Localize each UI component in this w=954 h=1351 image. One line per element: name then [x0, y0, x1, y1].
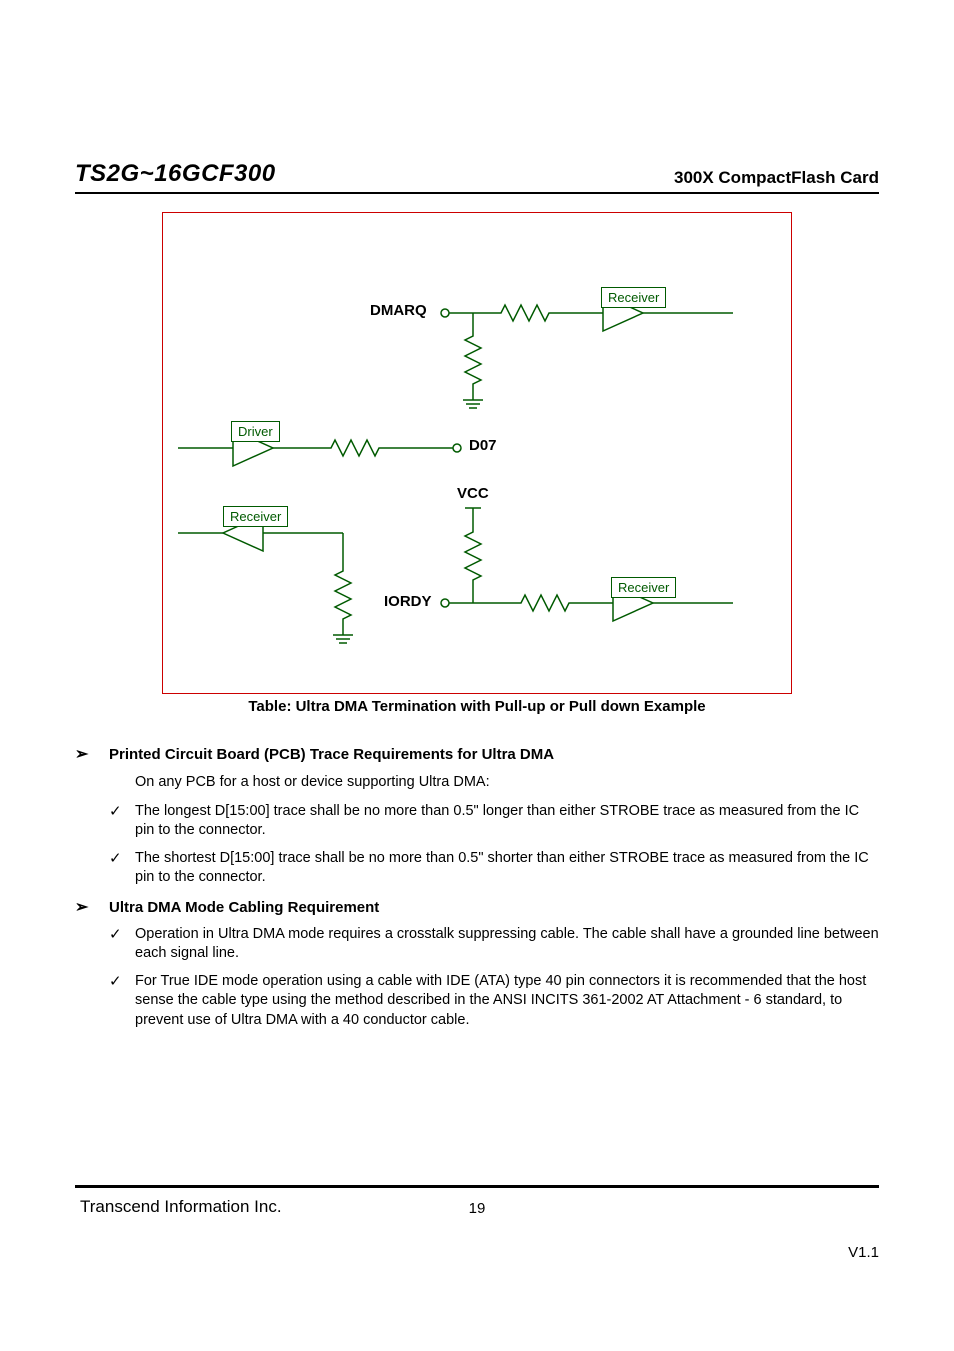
doc-title-left: TS2G~16GCF300 [75, 160, 276, 188]
page-header: TS2G~16GCF300 300X CompactFlash Card [75, 160, 879, 194]
list-item: ✓ The longest D[15:00] trace shall be no… [109, 802, 879, 841]
section-cabling: ➢ Ultra DMA Mode Cabling Requirement ✓ O… [75, 898, 879, 1031]
arrow-bullet-icon: ➢ [75, 745, 109, 766]
schematic-svg [173, 233, 773, 683]
list-item: ✓ The shortest D[15:00] trace shall be n… [109, 849, 879, 888]
list-item-text: The shortest D[15:00] trace shall be no … [135, 849, 879, 888]
section-heading: Printed Circuit Board (PCB) Trace Requir… [109, 745, 554, 765]
section-heading: Ultra DMA Mode Cabling Requirement [109, 898, 379, 918]
label-d07: D07 [469, 437, 497, 454]
section-intro: On any PCB for a host or device supporti… [135, 772, 879, 794]
check-icon: ✓ [109, 802, 135, 822]
footer-rule [75, 1185, 879, 1188]
figure-caption: Table: Ultra DMA Termination with Pull-u… [75, 698, 879, 715]
doc-title-right: 300X CompactFlash Card [674, 168, 879, 188]
footer-version: V1.1 [848, 1244, 879, 1261]
list-item: ✓ For True IDE mode operation using a ca… [109, 972, 879, 1031]
list-item-text: For True IDE mode operation using a cabl… [135, 972, 879, 1031]
schematic-figure: DMARQ D07 VCC IORDY Driver Receiver Rece… [162, 212, 792, 694]
arrow-bullet-icon: ➢ [75, 898, 109, 919]
section-pcb-trace: ➢ Printed Circuit Board (PCB) Trace Requ… [75, 745, 879, 888]
schematic-diagram: DMARQ D07 VCC IORDY Driver Receiver Rece… [173, 233, 773, 683]
box-receiver-top: Receiver [601, 287, 666, 308]
label-vcc: VCC [457, 485, 489, 502]
list-item-text: Operation in Ultra DMA mode requires a c… [135, 925, 879, 964]
check-icon: ✓ [109, 849, 135, 869]
list-item: ✓ Operation in Ultra DMA mode requires a… [109, 925, 879, 964]
box-receiver-left: Receiver [223, 506, 288, 527]
box-receiver-bottom: Receiver [611, 577, 676, 598]
list-item-text: The longest D[15:00] trace shall be no m… [135, 802, 879, 841]
check-icon: ✓ [109, 925, 135, 945]
check-icon: ✓ [109, 972, 135, 992]
footer-page-number: 19 [0, 1200, 954, 1217]
label-dmarq: DMARQ [370, 302, 427, 319]
box-driver: Driver [231, 421, 280, 442]
label-iordy: IORDY [384, 593, 432, 610]
